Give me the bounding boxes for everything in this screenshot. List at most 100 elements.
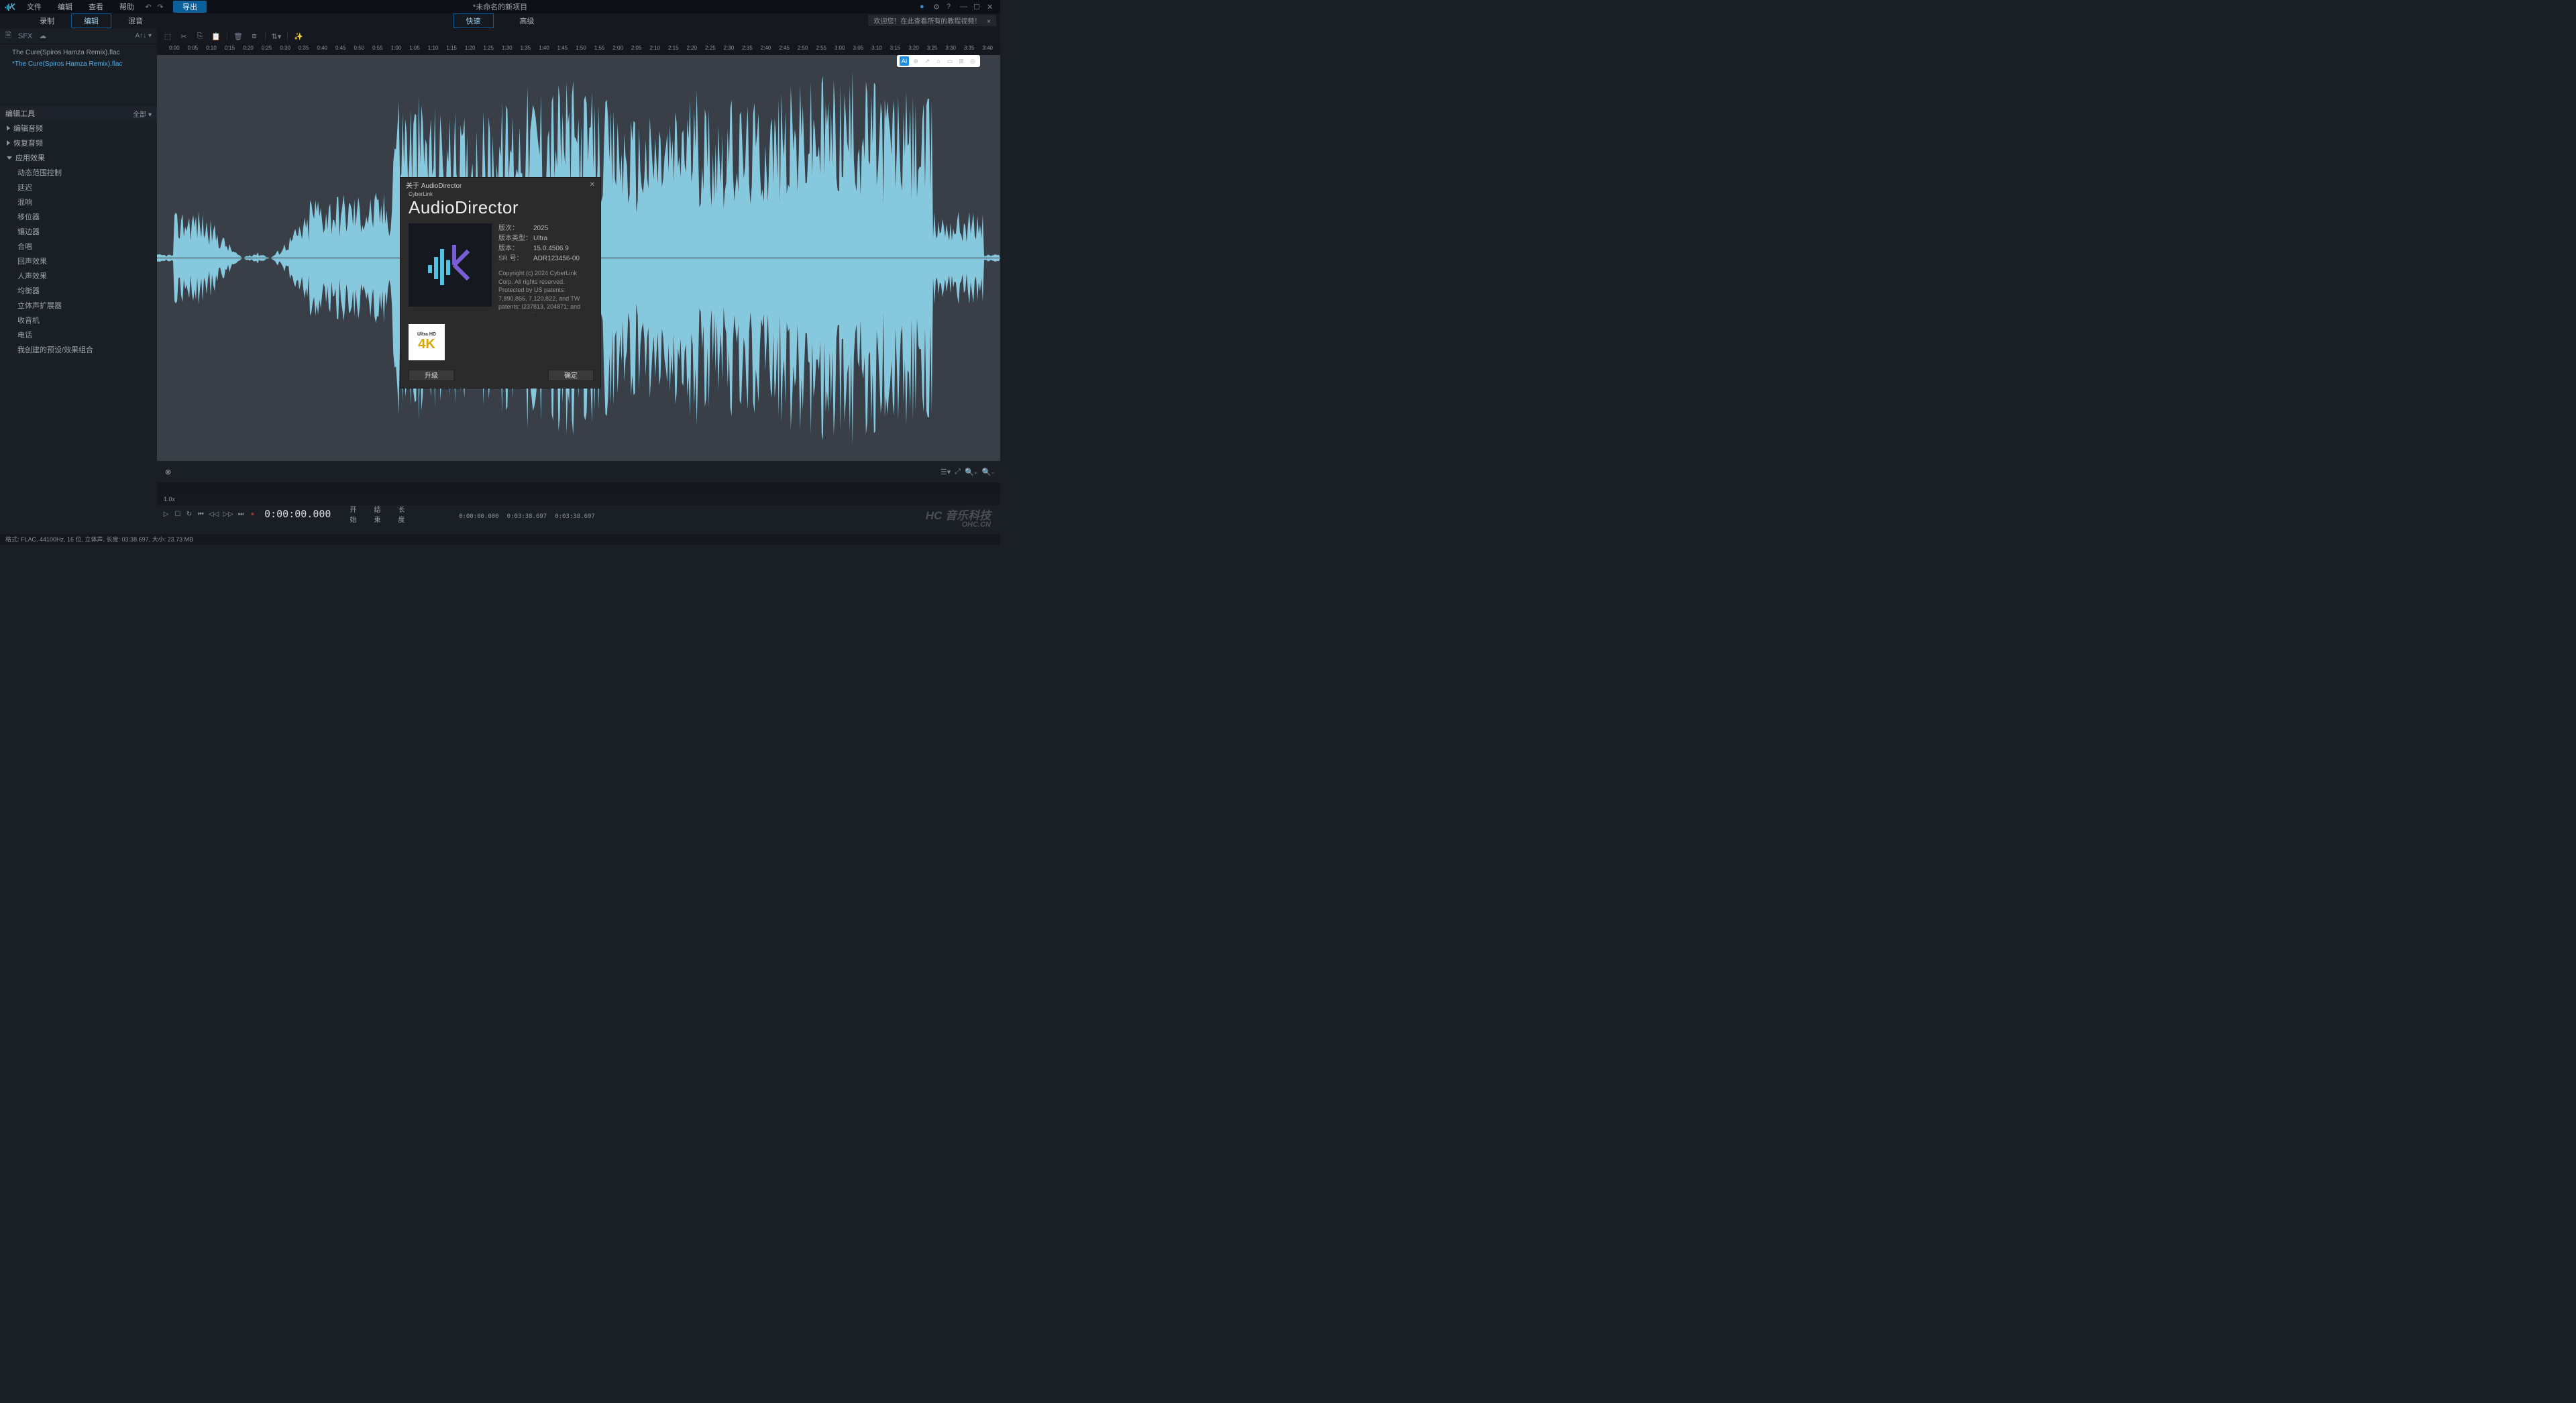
marker-home-icon[interactable]: ⌂	[934, 56, 943, 66]
play-button[interactable]: ▷	[162, 509, 170, 519]
export-button[interactable]: 导出	[173, 1, 207, 13]
end-label: 结束	[374, 504, 383, 523]
tools-title: 编辑工具	[5, 108, 35, 119]
about-dialog: 关于 AudioDirector ✕ CyberLink AudioDirect…	[400, 177, 601, 388]
forward-button[interactable]: ▷▷	[223, 509, 233, 519]
library-item[interactable]: The Cure(Spiros Hamza Remix).flac	[0, 47, 157, 58]
main-timecode: 0:00:00.000	[264, 508, 331, 520]
version-value: 2025	[533, 223, 548, 233]
next-button[interactable]: ⏭	[237, 509, 245, 519]
tool-reverb[interactable]: 混响	[0, 195, 157, 209]
tool-section-apply-effects[interactable]: 应用效果	[0, 150, 157, 165]
welcome-close-icon[interactable]: ×	[987, 18, 991, 25]
timeline-ruler[interactable]: 0:000:050:100:150:200:250:300:350:400:45…	[157, 44, 1000, 55]
start-value: 0:00:00.000	[459, 513, 499, 520]
library-list: The Cure(Spiros Hamza Remix).flac *The C…	[0, 44, 157, 72]
maximize-icon[interactable]: ☐	[973, 3, 984, 11]
zoom-out-icon[interactable]: 🔍₋	[981, 468, 995, 476]
marker-arrow-icon[interactable]: ↗	[922, 56, 932, 66]
edition-value: Ultra	[533, 233, 547, 244]
cloud-icon[interactable]: ☁	[39, 32, 46, 40]
channel-menu-icon[interactable]: ☰▾	[941, 468, 951, 476]
tool-pitch-shifter[interactable]: 移位器	[0, 209, 157, 224]
prev-button[interactable]: ⏮	[197, 509, 205, 519]
zoom-bar: 1.0x	[157, 493, 1000, 505]
import-file-icon[interactable]: 🗎	[5, 30, 11, 42]
rewind-button[interactable]: ◁◁	[209, 509, 219, 519]
mode-mix[interactable]: 混音	[115, 13, 156, 28]
mode-edit[interactable]: 编辑	[71, 13, 111, 28]
marker-region-icon[interactable]: ▭	[945, 56, 955, 66]
stop-button[interactable]: ☐	[174, 509, 181, 519]
markers-toolbar: AI ⊕ ↗ ⌂ ▭ ⊞ ◎	[897, 55, 980, 67]
mini-timeline[interactable]	[157, 482, 1000, 493]
menu-view[interactable]: 查看	[80, 1, 111, 12]
effects-icon[interactable]: ✨	[293, 31, 304, 42]
loop-button[interactable]: ↻	[185, 509, 193, 519]
tool-stereo-expander[interactable]: 立体声扩展器	[0, 298, 157, 313]
normalize-icon[interactable]: ⇅▾	[271, 31, 282, 42]
mode-advanced[interactable]: 高级	[507, 13, 547, 28]
build-value: 15.0.4506.9	[533, 244, 569, 254]
dialog-close-icon[interactable]: ✕	[590, 181, 595, 189]
menu-bar: 文件 编辑 查看 帮助 ↶ ↷ 导出 *未命名的新项目 ● ⚙ ? — ☐ ✕	[0, 0, 1000, 13]
marker-ai-icon[interactable]: AI	[900, 56, 909, 66]
tool-radio[interactable]: 收音机	[0, 313, 157, 327]
dialog-title: 关于 AudioDirector	[406, 180, 462, 190]
tool-echo[interactable]: 回声效果	[0, 254, 157, 268]
library-header: 🗎 SFX ☁ A↑↓ ▾	[0, 28, 157, 44]
tool-my-presets[interactable]: 我创建的预设/效果组合	[0, 342, 157, 357]
tool-vocal[interactable]: 人声效果	[0, 268, 157, 283]
brand-product: AudioDirector	[409, 197, 592, 218]
tool-telephone[interactable]: 电话	[0, 327, 157, 342]
undo-icon[interactable]: ↶	[142, 3, 154, 11]
library-item[interactable]: *The Cure(Spiros Hamza Remix).flac	[0, 58, 157, 70]
tools-header: 编辑工具 全部 ▾	[0, 106, 157, 121]
menu-file[interactable]: 文件	[19, 1, 50, 12]
sort-options[interactable]: A↑↓ ▾	[136, 32, 152, 40]
cut-icon[interactable]: ✂	[178, 31, 189, 42]
menu-help[interactable]: 帮助	[111, 1, 142, 12]
lib-sfx-label[interactable]: SFX	[18, 32, 32, 40]
tools-filter[interactable]: 全部 ▾	[133, 109, 152, 119]
app-icon-large	[409, 223, 492, 307]
upgrade-button[interactable]: 升级	[409, 370, 454, 381]
record-button[interactable]: ●	[249, 509, 256, 519]
editor-toolbar: ⬚ ✂ ⎘ 📋 🗑 ⧈ ⇅▾ ✨	[157, 28, 1000, 44]
ok-button[interactable]: 确定	[548, 370, 594, 381]
tool-chorus[interactable]: 合唱	[0, 239, 157, 254]
tool-section-edit-audio[interactable]: 编辑音频	[0, 121, 157, 136]
redo-icon[interactable]: ↷	[154, 3, 166, 11]
crop-icon[interactable]: ⧈	[249, 31, 260, 42]
copyright-text[interactable]: Copyright (c) 2024 CyberLink Corp. All r…	[498, 269, 592, 313]
help-icon[interactable]: ?	[947, 3, 957, 11]
tool-flanger[interactable]: 镶边器	[0, 224, 157, 239]
settings-icon[interactable]: ⚙	[933, 3, 944, 11]
zoom-fit-icon[interactable]: ⤢	[955, 468, 961, 476]
paste-icon[interactable]: 📋	[211, 31, 221, 42]
marker-target-icon[interactable]: ◎	[968, 56, 977, 66]
tool-delay[interactable]: 延迟	[0, 180, 157, 195]
select-tool-icon[interactable]: ⬚	[162, 31, 173, 42]
menu-edit[interactable]: 编辑	[50, 1, 80, 12]
tool-section-restore-audio[interactable]: 恢复音频	[0, 136, 157, 150]
mode-quick[interactable]: 快速	[453, 13, 494, 28]
tool-equalizer[interactable]: 均衡器	[0, 283, 157, 298]
marker-center-icon[interactable]: ⊕	[911, 56, 920, 66]
marker-grid-icon[interactable]: ⊞	[957, 56, 966, 66]
welcome-banner[interactable]: 欢迎您！在此查看所有的教程视频！ ×	[868, 15, 996, 26]
center-icon[interactable]: ⊚	[165, 468, 171, 476]
mode-bar: 录制 编辑 混音 快速 高级 欢迎您！在此查看所有的教程视频！ ×	[0, 13, 1000, 28]
start-label: 开始	[350, 504, 359, 523]
tool-dynamic-range[interactable]: 动态范围控制	[0, 165, 157, 180]
welcome-text: 欢迎您！在此查看所有的教程视频！	[873, 18, 981, 25]
profile-icon[interactable]: ●	[920, 3, 930, 11]
end-value: 0:03:38.697	[507, 513, 547, 520]
mode-record[interactable]: 录制	[27, 13, 67, 28]
dialog-titlebar[interactable]: 关于 AudioDirector ✕	[400, 178, 600, 191]
close-icon[interactable]: ✕	[987, 3, 998, 11]
zoom-in-icon[interactable]: 🔍₊	[965, 468, 978, 476]
copy-icon[interactable]: ⎘	[195, 31, 205, 42]
minimize-icon[interactable]: —	[960, 3, 971, 11]
delete-icon[interactable]: 🗑	[233, 31, 244, 42]
